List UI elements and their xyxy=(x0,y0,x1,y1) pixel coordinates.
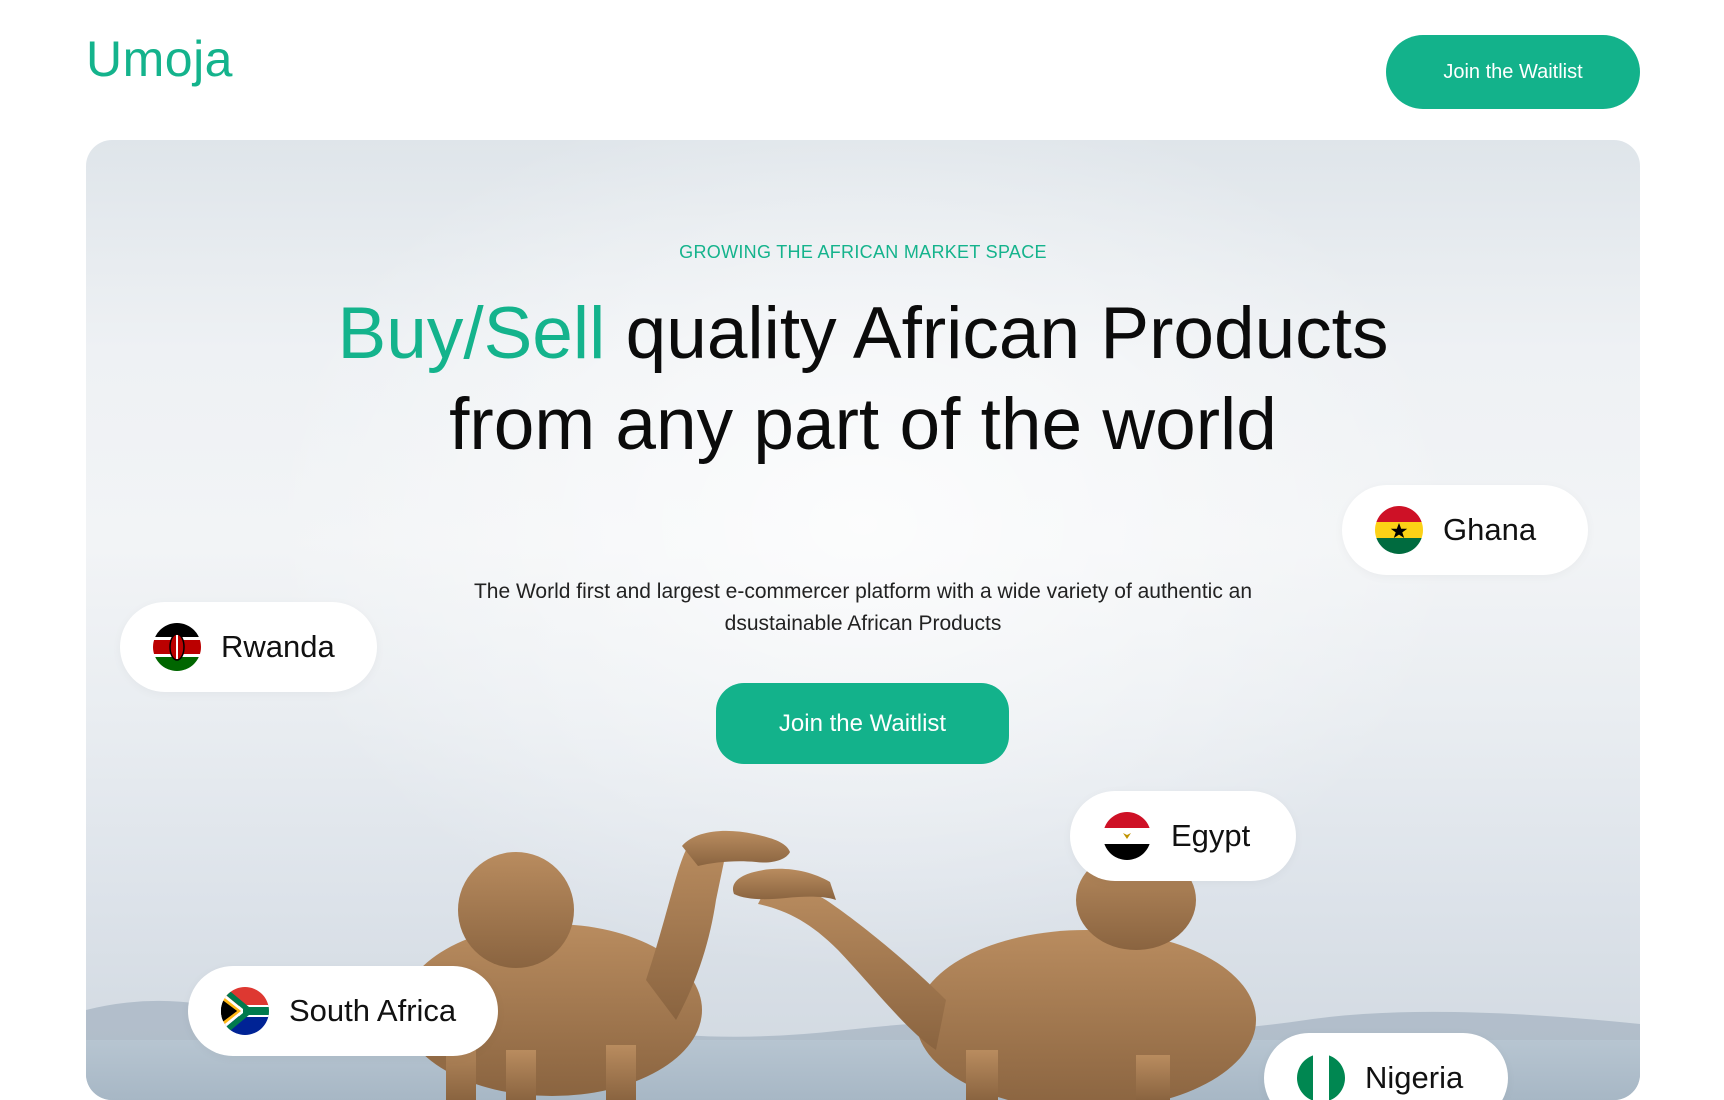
country-label: Nigeria xyxy=(1365,1060,1464,1095)
country-label: Ghana xyxy=(1443,512,1537,547)
logo[interactable]: Umoja xyxy=(86,30,233,88)
hero-headline: Buy/Sell quality African Products from a… xyxy=(336,288,1390,470)
nigeria-flag-icon xyxy=(1297,1054,1345,1100)
country-chip-nigeria: Nigeria xyxy=(1264,1033,1508,1100)
ghana-flag-icon xyxy=(1375,506,1423,554)
country-chip-egypt: Egypt xyxy=(1070,791,1296,881)
headline-accent: Buy/Sell xyxy=(337,293,606,374)
egypt-flag-icon xyxy=(1103,812,1151,860)
country-chip-ghana: Ghana xyxy=(1342,485,1588,575)
site-header: Umoja Join the Waitlist xyxy=(0,0,1724,140)
country-label: Egypt xyxy=(1171,818,1251,853)
country-chip-rwanda: Rwanda xyxy=(120,602,377,692)
hero-join-waitlist-button[interactable]: Join the Waitlist xyxy=(716,683,1009,764)
hero-section: GROWING THE AFRICAN MARKET SPACE Buy/Sel… xyxy=(86,140,1640,1100)
country-label: South Africa xyxy=(289,993,457,1028)
hero-eyebrow: GROWING THE AFRICAN MARKET SPACE xyxy=(679,242,1047,262)
country-chip-south-africa: South Africa xyxy=(188,966,498,1056)
south-africa-flag-icon xyxy=(221,987,269,1035)
kenya-flag-icon xyxy=(153,623,201,671)
header-join-waitlist-button[interactable]: Join the Waitlist xyxy=(1386,35,1640,109)
country-label: Rwanda xyxy=(221,629,335,664)
hero-subtitle: The World first and largest e-commercer … xyxy=(473,580,1253,635)
